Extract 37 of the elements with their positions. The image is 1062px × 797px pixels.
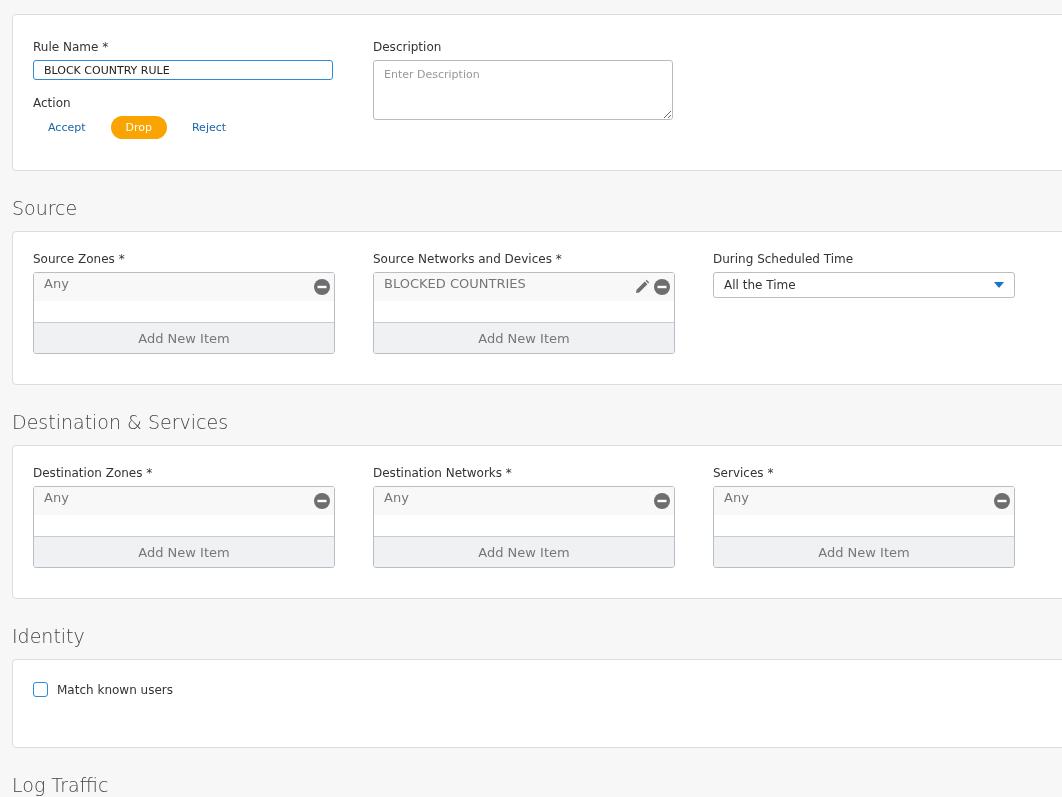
list-item[interactable]: Any: [34, 273, 334, 301]
rule-name-input[interactable]: BLOCK COUNTRY RULE: [33, 60, 333, 80]
section-heading: Destination & Services: [12, 410, 230, 435]
action-option[interactable]: Reject: [180, 116, 238, 139]
section-heading: Source: [12, 196, 79, 221]
list-item[interactable]: Any: [34, 487, 334, 515]
field-label: Source Networks and Devices *: [373, 252, 563, 266]
schedule-dropdown[interactable]: All the Time: [713, 272, 1015, 298]
pencil-icon[interactable]: [634, 279, 650, 295]
field-label: Source Zones *: [33, 252, 126, 266]
list-item[interactable]: Any: [374, 487, 674, 515]
remove-icon[interactable]: [994, 493, 1010, 509]
field-label: During Scheduled Time: [713, 252, 855, 266]
action-label: Action: [33, 96, 72, 110]
remove-icon[interactable]: [314, 493, 330, 509]
action-option[interactable]: Accept: [37, 116, 97, 139]
add-item-button[interactable]: Add New Item: [374, 322, 674, 353]
add-item-button[interactable]: Add New Item: [34, 322, 334, 353]
field-label: Destination Networks *: [373, 466, 513, 480]
add-item-button[interactable]: Add New Item: [374, 536, 674, 567]
remove-icon[interactable]: [654, 493, 670, 509]
section-heading: Identity: [12, 624, 86, 649]
remove-icon[interactable]: [314, 279, 330, 295]
rule-name-label: Rule Name *: [33, 40, 110, 54]
add-item-button[interactable]: Add New Item: [714, 536, 1014, 567]
section-heading: Log Traffic: [12, 773, 110, 797]
description-field[interactable]: Enter Description: [373, 60, 673, 120]
checkbox-label: Match known users: [57, 682, 173, 697]
field-label: Destination Zones *: [33, 466, 154, 480]
checkbox[interactable]: [33, 682, 48, 697]
field-label: Services *: [713, 466, 775, 480]
list-item[interactable]: BLOCKED COUNTRIES: [374, 273, 674, 301]
list-item[interactable]: Any: [714, 487, 1014, 515]
remove-icon[interactable]: [654, 279, 670, 295]
add-item-button[interactable]: Add New Item: [34, 536, 334, 567]
caret-icon: [994, 282, 1004, 288]
description-label: Description: [373, 40, 443, 54]
